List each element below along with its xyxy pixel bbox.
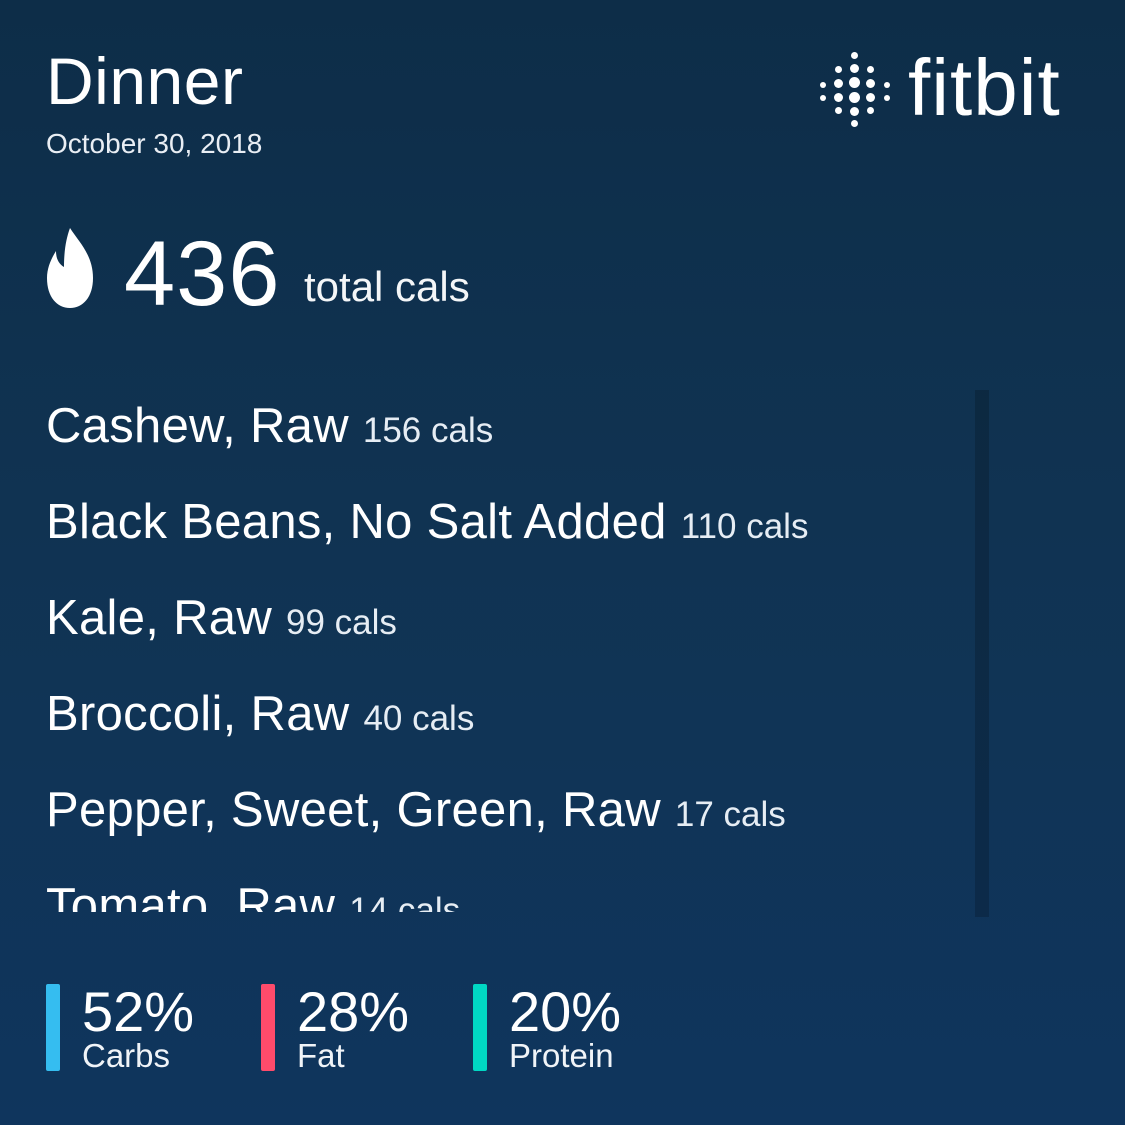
total-calories-label: total cals <box>304 263 470 310</box>
food-name: Cashew, Raw <box>46 399 349 453</box>
food-list: Cashew, Raw 156 cals Black Beans, No Sal… <box>46 392 946 912</box>
food-name: Kale, Raw <box>46 591 273 645</box>
food-calories: 14 cals <box>349 891 461 912</box>
food-item: Black Beans, No Salt Added 110 cals <box>46 488 946 584</box>
macro-label: Fat <box>297 1037 345 1074</box>
macro-color-bar <box>473 984 487 1071</box>
food-item: Cashew, Raw 156 cals <box>46 392 946 488</box>
food-item: Broccoli, Raw 40 cals <box>46 680 946 776</box>
food-calories: 110 cals <box>680 507 809 546</box>
fitbit-wordmark: fitbit <box>908 43 1061 132</box>
meal-date: October 30, 2018 <box>46 128 263 159</box>
food-name: Tomato, Raw <box>46 879 336 912</box>
food-list-scrollbar[interactable] <box>975 390 989 917</box>
macro-color-bar <box>261 984 275 1071</box>
fitbit-logo: fitbit <box>818 48 1086 134</box>
food-calories: 156 cals <box>362 411 494 450</box>
total-calories-value: 436 <box>124 223 281 325</box>
macro-percent: 52% <box>82 980 195 1043</box>
food-calories: 99 cals <box>286 603 397 642</box>
dinner-title: Dinner <box>46 44 244 118</box>
food-calories: 17 cals <box>674 795 786 834</box>
flame-icon <box>47 228 93 308</box>
food-name: Black Beans, No Salt Added <box>46 495 667 549</box>
food-name: Pepper, Sweet, Green, Raw <box>46 783 661 837</box>
calorie-summary: 436 total cals <box>46 223 666 325</box>
food-item: Kale, Raw 99 cals <box>46 584 946 680</box>
macro-breakdown: 52% Carbs 28% Fat 20% Protein <box>46 984 746 1084</box>
macro-color-bar <box>46 984 60 1071</box>
food-item: Tomato, Raw 14 cals <box>46 872 946 912</box>
macro-percent: 20% <box>509 980 622 1043</box>
macro-percent: 28% <box>297 980 410 1043</box>
food-item: Pepper, Sweet, Green, Raw 17 cals <box>46 776 946 872</box>
food-calories: 40 cals <box>363 699 475 738</box>
macro-label: Protein <box>509 1037 614 1074</box>
macro-label: Carbs <box>82 1037 171 1074</box>
fitbit-dots-icon <box>818 52 894 128</box>
food-name: Broccoli, Raw <box>46 687 350 741</box>
